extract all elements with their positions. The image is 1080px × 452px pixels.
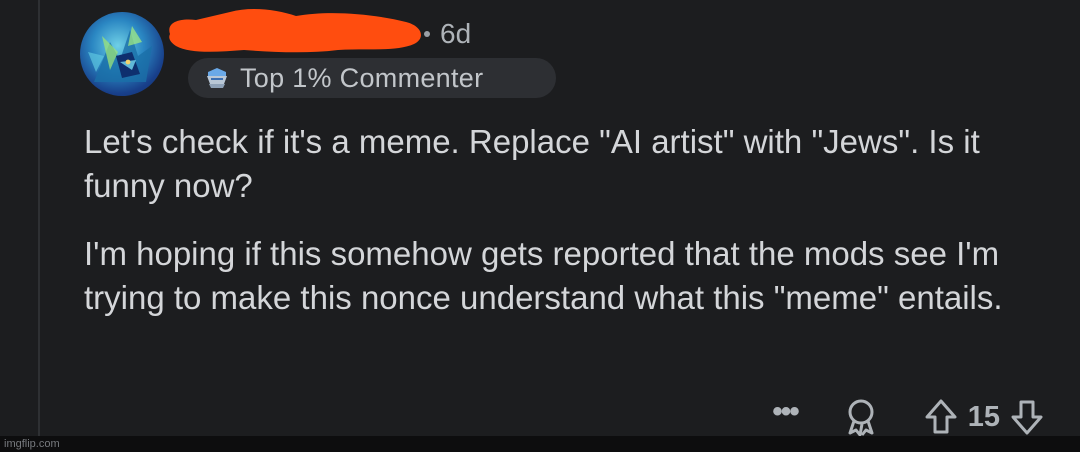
comment-actions: ••• 15 xyxy=(772,394,1044,440)
comment-age: 6d xyxy=(440,18,472,49)
separator-dot xyxy=(424,31,430,37)
avatar-art xyxy=(88,26,152,82)
award-icon[interactable] xyxy=(842,397,880,437)
top-commenter-icon xyxy=(202,63,232,93)
footer-strip xyxy=(0,436,1080,452)
vote-controls: 15 xyxy=(924,398,1044,436)
downvote-icon[interactable] xyxy=(1010,398,1044,436)
comment-body: Let's check if it's a meme. Replace "AI … xyxy=(84,120,1044,344)
upvote-icon[interactable] xyxy=(924,398,958,436)
avatar[interactable] xyxy=(80,12,164,96)
user-flair[interactable]: Top 1% Commenter xyxy=(188,58,556,98)
more-options-icon[interactable]: ••• xyxy=(772,397,799,427)
watermark: imgflip.com xyxy=(4,438,60,450)
comment-paragraph: Let's check if it's a meme. Replace "AI … xyxy=(84,123,980,204)
thread-line xyxy=(38,0,40,436)
vote-score: 15 xyxy=(967,400,1000,433)
comment-paragraph: I'm hoping if this somehow gets reported… xyxy=(84,235,1003,316)
timestamp: 6d xyxy=(424,18,471,50)
flair-label: Top 1% Commenter xyxy=(240,62,484,93)
username-redaction xyxy=(169,9,421,53)
